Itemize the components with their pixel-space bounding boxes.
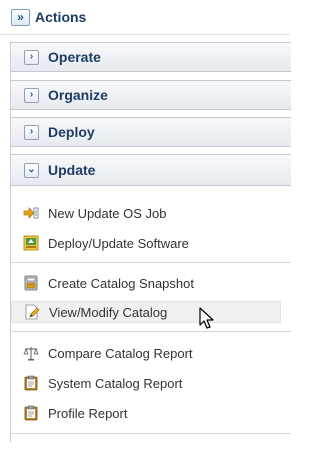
action-view-modify-catalog[interactable]: View/Modify Catalog bbox=[11, 301, 281, 323]
action-label: Profile Report bbox=[48, 405, 128, 421]
action-create-catalog-snapshot[interactable]: Create Catalog Snapshot bbox=[11, 272, 281, 294]
chevron-right-icon[interactable]: › bbox=[24, 87, 39, 103]
update-items: New Update OS Job Deploy/Update Software bbox=[11, 186, 291, 442]
mouse-cursor-icon bbox=[199, 307, 214, 329]
pane-deploy-label: Deploy bbox=[48, 124, 95, 140]
actions-accordion: › Operate › Organize › Deploy ⌄ Update N… bbox=[10, 42, 291, 442]
pane-organize[interactable]: › Organize bbox=[11, 80, 291, 110]
actions-title: Actions bbox=[35, 9, 87, 25]
action-compare-catalog-report[interactable]: Compare Catalog Report bbox=[11, 342, 281, 364]
report-clipboard-icon bbox=[23, 375, 39, 391]
action-profile-report[interactable]: Profile Report bbox=[11, 402, 281, 424]
action-label: System Catalog Report bbox=[48, 375, 183, 391]
pane-deploy[interactable]: › Deploy bbox=[11, 117, 291, 147]
deploy-update-software-icon bbox=[23, 235, 39, 251]
new-update-os-job-icon bbox=[23, 205, 39, 221]
action-deploy-update-software[interactable]: Deploy/Update Software bbox=[11, 232, 281, 254]
pane-update[interactable]: ⌄ Update bbox=[11, 154, 291, 186]
report-clipboard-icon bbox=[23, 405, 39, 421]
action-label: Compare Catalog Report bbox=[48, 345, 193, 361]
pane-organize-label: Organize bbox=[48, 87, 108, 103]
action-label: New Update OS Job bbox=[48, 205, 167, 221]
compare-scales-icon bbox=[23, 345, 39, 361]
action-new-update-os-job[interactable]: New Update OS Job bbox=[11, 202, 281, 224]
expand-panel-icon[interactable]: » bbox=[11, 8, 30, 26]
catalog-snapshot-icon bbox=[23, 275, 39, 291]
divider bbox=[11, 331, 291, 332]
action-system-catalog-report[interactable]: System Catalog Report bbox=[11, 372, 281, 394]
divider bbox=[11, 433, 291, 434]
divider bbox=[11, 262, 291, 263]
chevron-down-icon[interactable]: ⌄ bbox=[24, 162, 39, 178]
action-label: View/Modify Catalog bbox=[49, 304, 168, 320]
chevron-right-icon[interactable]: › bbox=[24, 124, 39, 140]
actions-header[interactable]: » Actions bbox=[0, 0, 290, 35]
pane-update-label: Update bbox=[48, 162, 96, 178]
action-label: Create Catalog Snapshot bbox=[48, 275, 194, 291]
pane-operate-label: Operate bbox=[48, 49, 101, 65]
action-label: Deploy/Update Software bbox=[48, 235, 189, 251]
chevron-right-icon[interactable]: › bbox=[24, 49, 39, 65]
edit-catalog-icon bbox=[24, 304, 40, 320]
pane-operate[interactable]: › Operate bbox=[11, 42, 291, 72]
